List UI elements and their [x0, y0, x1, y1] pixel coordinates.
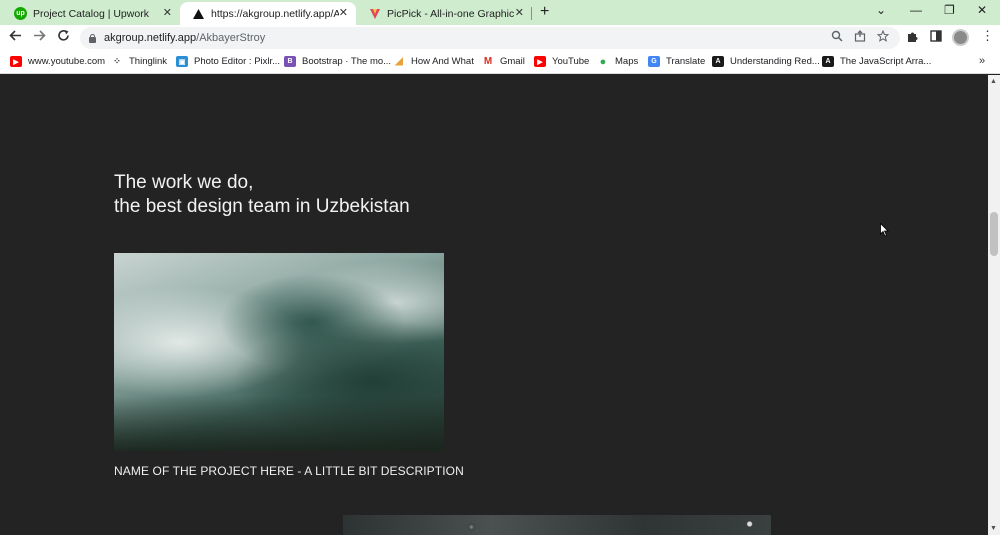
project-caption: NAME OF THE PROJECT HERE - A LITTLE BIT …: [114, 464, 464, 478]
window-close-button[interactable]: ✕: [977, 3, 987, 17]
scrollbar-thumb[interactable]: [990, 212, 998, 256]
bookmark-how-and-what[interactable]: ◢ How And What: [393, 56, 474, 67]
article-icon: A: [712, 56, 724, 67]
pixlr-icon: ▣: [176, 56, 188, 67]
page-content: The work we do, the best design team in …: [0, 75, 988, 535]
scroll-up-arrow-icon[interactable]: ▲: [990, 78, 997, 85]
new-tab-button[interactable]: +: [540, 3, 549, 21]
bookmark-label: www.youtube.com: [28, 56, 106, 67]
tab-title: PicPick - All-in-one Graphic Desi: [387, 7, 517, 20]
bookmarks-bar: ▶ www.youtube.com ⁘ Thinglink ▣ Photo Ed…: [0, 52, 1000, 74]
project-image-second[interactable]: [343, 515, 771, 535]
share-icon[interactable]: [854, 30, 866, 45]
bookmark-youtube[interactable]: ▶ YouTube: [534, 56, 589, 67]
close-tab-icon[interactable]: ✕: [163, 6, 172, 19]
address-bar[interactable]: akgroup.netlify.app/AkbayerStroy: [80, 27, 900, 49]
bookmark-javascript-array[interactable]: A The JavaScript Arra...: [822, 56, 931, 67]
back-button[interactable]: [9, 29, 22, 45]
thinglink-icon: ⁘: [113, 56, 121, 66]
bookmark-label: How And What: [411, 56, 474, 67]
youtube-icon: ▶: [534, 56, 546, 67]
side-panel-icon[interactable]: [930, 30, 942, 45]
tab-search-button[interactable]: ⌄: [876, 3, 886, 17]
bookmark-translate[interactable]: G Translate: [648, 56, 705, 67]
profile-avatar[interactable]: [952, 29, 969, 46]
gmail-icon: M: [483, 56, 493, 67]
tab-title: https://akgroup.netlify.app/Akbaye: [211, 7, 339, 20]
maps-icon: ●: [599, 55, 607, 68]
url-path: /AkbayerStroy: [196, 32, 266, 44]
restore-button[interactable]: ❐: [944, 3, 955, 17]
page-scrollbar[interactable]: ▲ ▼: [988, 75, 1000, 535]
translate-icon: G: [648, 56, 660, 67]
close-tab-icon[interactable]: ✕: [515, 6, 524, 19]
bookmark-label: Photo Editor : Pixlr...: [194, 56, 281, 67]
article-icon: A: [822, 56, 834, 67]
bookmark-thinglink[interactable]: ⁘ Thinglink: [111, 56, 167, 67]
forward-button[interactable]: [33, 29, 46, 45]
url-host: akgroup.netlify.app: [104, 32, 197, 44]
upwork-icon: up: [14, 7, 27, 20]
howandwhat-icon: ◢: [395, 56, 403, 67]
extensions-puzzle-icon[interactable]: [906, 30, 919, 46]
bookmark-understanding-redux[interactable]: A Understanding Red...: [712, 56, 820, 67]
bookmark-label: YouTube: [552, 56, 590, 67]
bookmark-label: Maps: [615, 56, 639, 67]
tab-picpick[interactable]: PicPick - All-in-one Graphic Desi ✕: [356, 2, 532, 25]
bookmark-pixlr[interactable]: ▣ Photo Editor : Pixlr...: [176, 56, 280, 67]
picpick-icon: [368, 7, 381, 20]
tab-akgroup[interactable]: https://akgroup.netlify.app/Akbaye ✕: [180, 2, 356, 25]
tab-upwork[interactable]: up Project Catalog | Upwork ✕: [2, 2, 180, 25]
tab-title: Project Catalog | Upwork: [33, 7, 149, 20]
tab-separator: [531, 7, 532, 20]
zoom-search-icon[interactable]: [831, 30, 843, 45]
bookmark-label: The JavaScript Arra...: [840, 56, 932, 67]
close-tab-icon[interactable]: ✕: [339, 6, 348, 19]
bookmark-label: Understanding Red...: [730, 56, 820, 67]
heading-line-1: The work we do,: [114, 172, 254, 193]
bookmark-gmail[interactable]: M Gmail: [482, 56, 525, 67]
lock-icon[interactable]: [88, 33, 97, 43]
section-heading: The work we do, the best design team in …: [114, 171, 410, 219]
scroll-down-arrow-icon[interactable]: ▼: [990, 525, 997, 532]
tab-strip: up Project Catalog | Upwork ✕ https://ak…: [0, 0, 1000, 25]
minimize-button[interactable]: —: [910, 3, 922, 17]
menu-kebab-icon[interactable]: ⋮: [981, 28, 994, 44]
bootstrap-icon: B: [284, 56, 296, 67]
bookmark-label: Thinglink: [129, 56, 168, 67]
site-triangle-icon: [192, 7, 205, 20]
bookmark-label: Bootstrap · The mo...: [302, 56, 392, 67]
bookmark-bootstrap[interactable]: B Bootstrap · The mo...: [284, 56, 391, 67]
project-image-misty-mountain[interactable]: [114, 253, 444, 451]
bookmark-label: Translate: [666, 56, 706, 67]
heading-line-2: the best design team in Uzbekistan: [114, 196, 410, 217]
browser-toolbar: akgroup.netlify.app/AkbayerStroy ⋮: [0, 25, 1000, 52]
bookmark-maps[interactable]: ● Maps: [597, 55, 639, 68]
bookmark-label: Gmail: [500, 56, 525, 67]
bookmarks-overflow-button[interactable]: »: [979, 55, 985, 67]
bookmark-youtube-com[interactable]: ▶ www.youtube.com: [10, 56, 105, 67]
bookmark-star-icon[interactable]: [876, 29, 890, 45]
youtube-icon: ▶: [10, 56, 22, 67]
reload-button[interactable]: [57, 29, 70, 45]
